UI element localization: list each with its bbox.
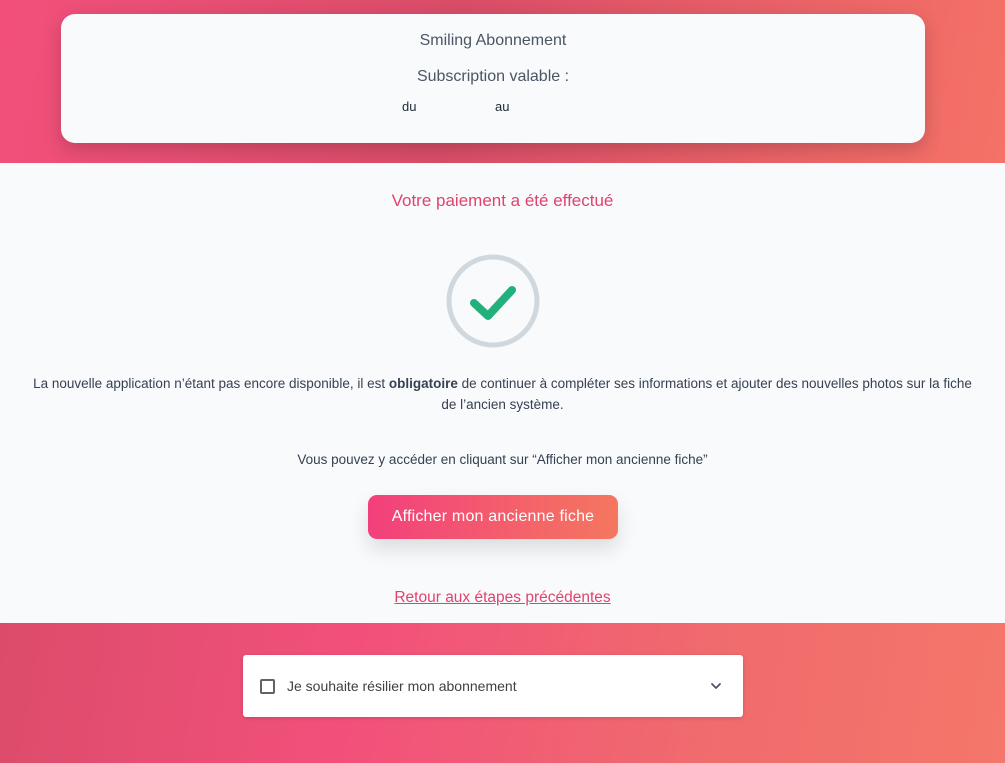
cancel-subscription-checkbox[interactable] (260, 679, 275, 694)
show-old-profile-button[interactable]: Afficher mon ancienne fiche (368, 495, 618, 539)
payment-success-title: Votre paiement a été effectué (391, 191, 614, 210)
subscription-card: Smiling Abonnement Subscription valable … (61, 14, 925, 143)
cancel-subscription-label: Je souhaite résilier mon abonnement (287, 678, 517, 694)
chevron-down-icon[interactable] (709, 679, 723, 693)
payment-confirmation-panel: Votre paiement a été effectué La nouvell… (0, 163, 1005, 623)
subscription-from-label: du (402, 99, 417, 114)
subscription-title: Smiling Abonnement (419, 32, 567, 49)
info-text-start: La nouvelle application n’étant pas enco… (33, 376, 389, 391)
info-paragraph: La nouvelle application n’étant pas enco… (30, 373, 975, 415)
cancel-subscription-panel[interactable]: Je souhaite résilier mon abonnement (243, 655, 743, 717)
subscription-valid-label: Subscription valable : (416, 68, 570, 85)
back-to-previous-steps-link[interactable]: Retour aux étapes précédentes (0, 589, 1005, 607)
check-circle-icon (445, 254, 541, 350)
info-text-end: de continuer à compléter ses information… (441, 376, 972, 412)
access-instructions: Vous pouvez y accéder en cliquant sur “A… (297, 452, 708, 467)
info-text-bold: obligatoire (388, 376, 458, 391)
subscription-to-label: au (495, 99, 510, 114)
header-band: Smiling Abonnement Subscription valable … (0, 0, 1005, 163)
footer-band: Je souhaite résilier mon abonnement (0, 623, 1005, 763)
